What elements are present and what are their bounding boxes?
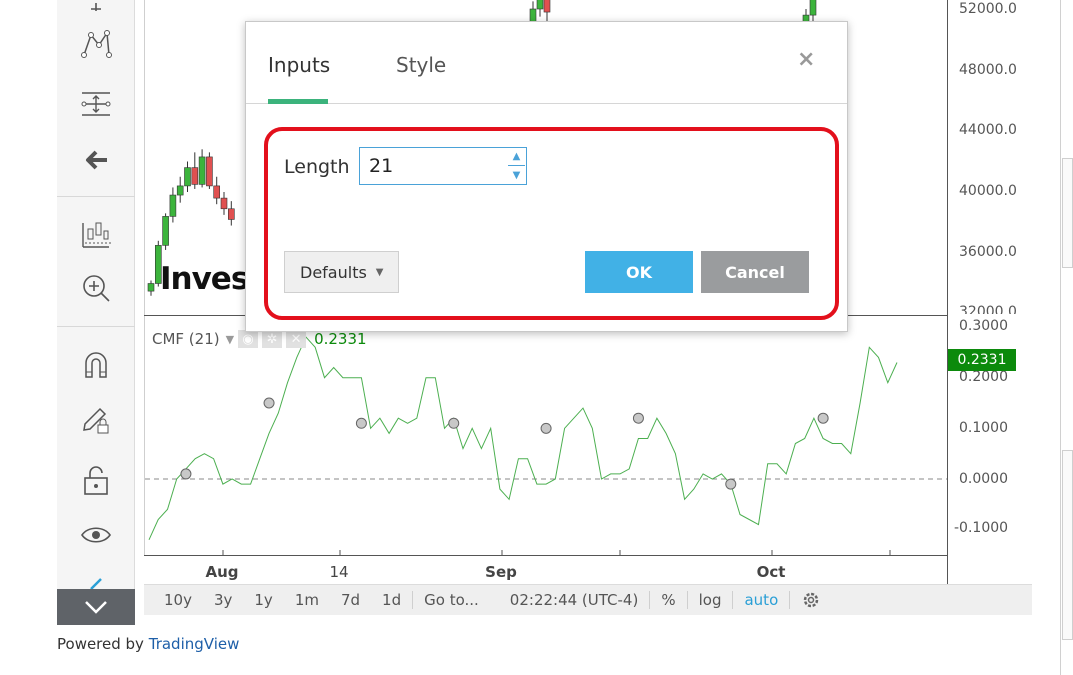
- candle-body: [206, 156, 213, 187]
- cmf-tick: 0.0000: [959, 471, 1008, 487]
- time-tick: 14: [329, 563, 349, 581]
- zoom-in-icon[interactable]: [76, 268, 116, 308]
- gear-icon[interactable]: ✲: [262, 330, 283, 348]
- close-icon[interactable]: ✕: [286, 330, 307, 348]
- drawing-toolbar: [57, 0, 135, 625]
- right-panel-fragment: [1062, 450, 1073, 640]
- candle-body: [220, 197, 228, 210]
- candle-body: [213, 185, 220, 199]
- cmf-marker-point: [448, 417, 460, 429]
- measure-icon[interactable]: [76, 84, 116, 124]
- indicator-title[interactable]: CMF (21): [152, 330, 220, 348]
- candle-body: [184, 167, 191, 187]
- price-tick: 40000.0: [959, 183, 1017, 199]
- dialog-tabs: Inputs Style: [246, 22, 847, 104]
- range-1d-button[interactable]: 1d: [371, 585, 412, 615]
- cmf-marker-point: [355, 417, 367, 429]
- cmf-marker-point: [817, 412, 829, 424]
- range-3y-button[interactable]: 3y: [203, 585, 243, 615]
- candle-body: [543, 0, 551, 13]
- range-1y-button[interactable]: 1y: [243, 585, 283, 615]
- candle-body: [147, 283, 155, 292]
- time-tick: Sep: [485, 563, 517, 581]
- unlock-icon[interactable]: [76, 460, 116, 500]
- candle-body: [536, 0, 544, 10]
- powered-by-text: Powered by: [57, 635, 144, 653]
- cmf-tick: 0.3000: [959, 318, 1008, 334]
- toolbar-divider: [57, 196, 135, 197]
- log-toggle[interactable]: log: [688, 585, 733, 615]
- toolbar-collapse-button[interactable]: [57, 589, 135, 625]
- close-icon[interactable]: ×: [797, 47, 815, 72]
- candle-body: [198, 156, 206, 185]
- price-tick: 36000.0: [959, 244, 1017, 260]
- candle-body: [162, 216, 169, 246]
- range-10y-button[interactable]: 10y: [144, 585, 203, 615]
- toolbar-divider: [57, 326, 135, 327]
- price-tick: 44000.0: [959, 122, 1017, 138]
- cmf-marker-point: [725, 478, 737, 490]
- cmf-series-line: [148, 336, 898, 541]
- auto-toggle[interactable]: auto: [733, 585, 789, 615]
- cmf-last-value-badge: 0.2331: [948, 349, 1016, 371]
- eye-icon[interactable]: [76, 515, 116, 555]
- powered-by: Powered by TradingView: [57, 635, 239, 653]
- tab-style[interactable]: Style: [396, 53, 446, 77]
- cmf-tick: 0.2000: [959, 369, 1008, 385]
- time-axis[interactable]: Aug 14 Sep Oct: [144, 555, 947, 584]
- magnet-icon[interactable]: [76, 344, 116, 384]
- bottom-toolbar: 10y 3y 1y 1m 7d 1d Go to... 02:22:44 (UT…: [144, 584, 1032, 615]
- back-arrow-icon[interactable]: [76, 140, 116, 180]
- cmf-marker-point: [180, 468, 192, 480]
- cmf-marker-point: [540, 422, 552, 434]
- indicators-icon[interactable]: [76, 214, 116, 254]
- cmf-tick: 0.1000: [959, 420, 1008, 436]
- time-tick: Oct: [756, 563, 786, 581]
- candle-body: [169, 194, 177, 217]
- price-axis[interactable]: 52000.0 48000.0 44000.0 40000.0 36000.0 …: [947, 0, 1032, 584]
- price-tick: 48000.0: [959, 62, 1017, 78]
- caret-down-icon[interactable]: ▼: [226, 333, 234, 346]
- gear-icon[interactable]: [790, 585, 832, 615]
- candle-body: [176, 185, 184, 196]
- candle-body: [809, 0, 817, 16]
- active-tab-indicator: [268, 99, 328, 104]
- pattern-icon[interactable]: [76, 24, 116, 64]
- price-tick: 32000.0: [959, 304, 1017, 314]
- range-7d-button[interactable]: 7d: [330, 585, 371, 615]
- candle-body: [228, 208, 235, 220]
- cmf-marker-point: [632, 412, 644, 424]
- percent-toggle[interactable]: %: [650, 585, 686, 615]
- highlight-annotation: [264, 127, 839, 320]
- cmf-tick: -0.1000: [954, 520, 1009, 536]
- goto-button[interactable]: Go to...: [413, 585, 490, 615]
- fib-icon[interactable]: [76, 0, 116, 18]
- indicator-legend: CMF (21) ▼ ◉ ✲ ✕ 0.2331: [152, 330, 367, 348]
- range-1m-button[interactable]: 1m: [284, 585, 330, 615]
- tab-inputs[interactable]: Inputs: [268, 53, 330, 77]
- pencil-lock-icon[interactable]: [76, 400, 116, 440]
- right-panel-fragment: [1062, 158, 1073, 268]
- tradingview-widget: Invest 52000.0 48000.0 44000.0 40000.0 3…: [0, 0, 1073, 675]
- chevron-down-icon: [85, 601, 107, 614]
- cmf-marker-point: [263, 397, 275, 409]
- candle-body: [191, 167, 199, 185]
- time-tick: Aug: [205, 563, 239, 581]
- eye-icon[interactable]: ◉: [238, 330, 259, 348]
- indicator-value: 0.2331: [314, 330, 367, 348]
- price-tick: 52000.0: [959, 1, 1017, 17]
- clock[interactable]: 02:22:44 (UTC-4): [490, 585, 650, 615]
- tradingview-link[interactable]: TradingView: [149, 635, 240, 653]
